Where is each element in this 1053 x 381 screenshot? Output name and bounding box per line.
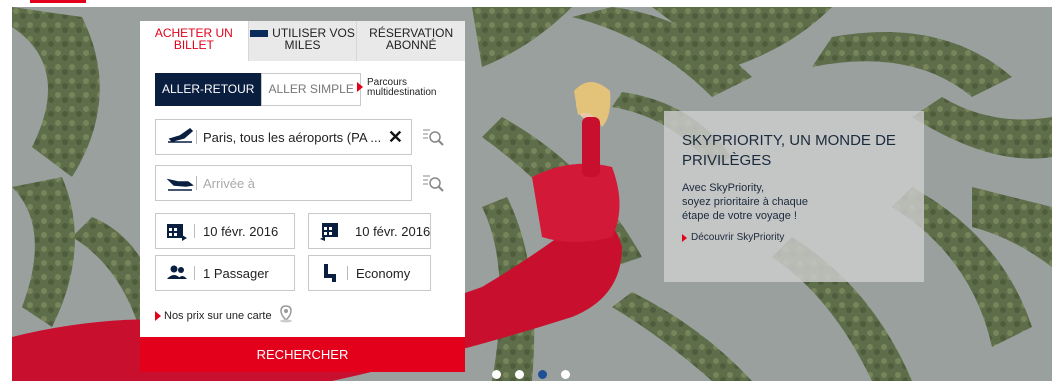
clear-departure-icon[interactable]: ✕ <box>388 127 403 148</box>
tab-use-miles[interactable]: UTILISER VOS MILES <box>247 21 357 61</box>
calendar-return-icon <box>319 221 341 241</box>
booking-tabs: ACHETER UN BILLET UTILISER VOS MILES RÉS… <box>140 21 466 61</box>
trip-type-selector: ALLER-RETOUR ALLER SIMPLE <box>155 73 361 106</box>
cabin-class-field[interactable]: Economy <box>308 255 431 291</box>
arrival-search-icon[interactable] <box>422 173 446 193</box>
outbound-date-value: 10 févr. 2016 <box>203 223 279 239</box>
return-date-value: 10 févr. 2016 <box>355 223 431 239</box>
cabin-class-value: Economy <box>356 265 411 281</box>
landing-plane-icon <box>166 172 194 194</box>
carousel-dots <box>492 370 570 379</box>
one-way-button[interactable]: ALLER SIMPLE <box>261 73 361 106</box>
flying-blue-logo-icon <box>250 30 269 38</box>
booking-panel: ACHETER UN BILLET UTILISER VOS MILES RÉS… <box>140 21 466 372</box>
carousel-dot-2[interactable] <box>515 370 524 379</box>
discover-skypriority-link[interactable]: Découvrir SkyPriority <box>682 232 906 243</box>
departure-value: Paris, tous les aéroports (PA ... <box>203 129 382 145</box>
departure-field[interactable]: Paris, tous les aéroports (PA ... ✕ <box>155 119 412 155</box>
tab-subscriber-booking[interactable]: RÉSERVATION ABONNÉ <box>356 21 466 61</box>
arrival-field[interactable]: Arrivée à <box>155 165 412 201</box>
seat-icon <box>319 263 341 283</box>
top-active-indicator <box>30 0 86 3</box>
round-trip-button[interactable]: ALLER-RETOUR <box>155 73 262 106</box>
red-arrow-icon <box>682 233 687 242</box>
map-pin-icon <box>278 305 294 326</box>
multi-destination-link[interactable]: Parcours multidestination <box>357 78 457 98</box>
carousel-dot-4[interactable] <box>561 370 570 379</box>
takeoff-plane-icon <box>166 126 194 148</box>
passengers-field[interactable]: 1 Passager <box>155 255 295 291</box>
outbound-date-field[interactable]: 10 févr. 2016 <box>155 213 295 249</box>
tab-buy-ticket[interactable]: ACHETER UN BILLET <box>140 21 248 61</box>
return-date-field[interactable]: 10 févr. 2016 <box>308 213 431 249</box>
passengers-icon <box>166 263 188 283</box>
calendar-departure-icon <box>166 221 188 241</box>
red-arrow-icon <box>155 310 161 321</box>
carousel-dot-1[interactable] <box>492 370 501 379</box>
search-button[interactable]: RECHERCHER <box>140 337 465 372</box>
carousel-dot-3[interactable] <box>538 370 547 379</box>
skypriority-promo: SKYPRIORITY, UN MONDE DE PRIVILÈGES Avec… <box>664 111 924 282</box>
passengers-value: 1 Passager <box>203 265 269 281</box>
red-arrow-icon <box>357 82 363 92</box>
price-map-link[interactable]: Nos prix sur une carte <box>155 305 294 326</box>
promo-description: Avec SkyPriority, soyez prioritaire à ch… <box>682 182 808 222</box>
arrival-placeholder: Arrivée à <box>203 175 256 191</box>
promo-title: SKYPRIORITY, UN MONDE DE PRIVILÈGES <box>682 132 896 169</box>
departure-search-icon[interactable] <box>422 127 446 147</box>
